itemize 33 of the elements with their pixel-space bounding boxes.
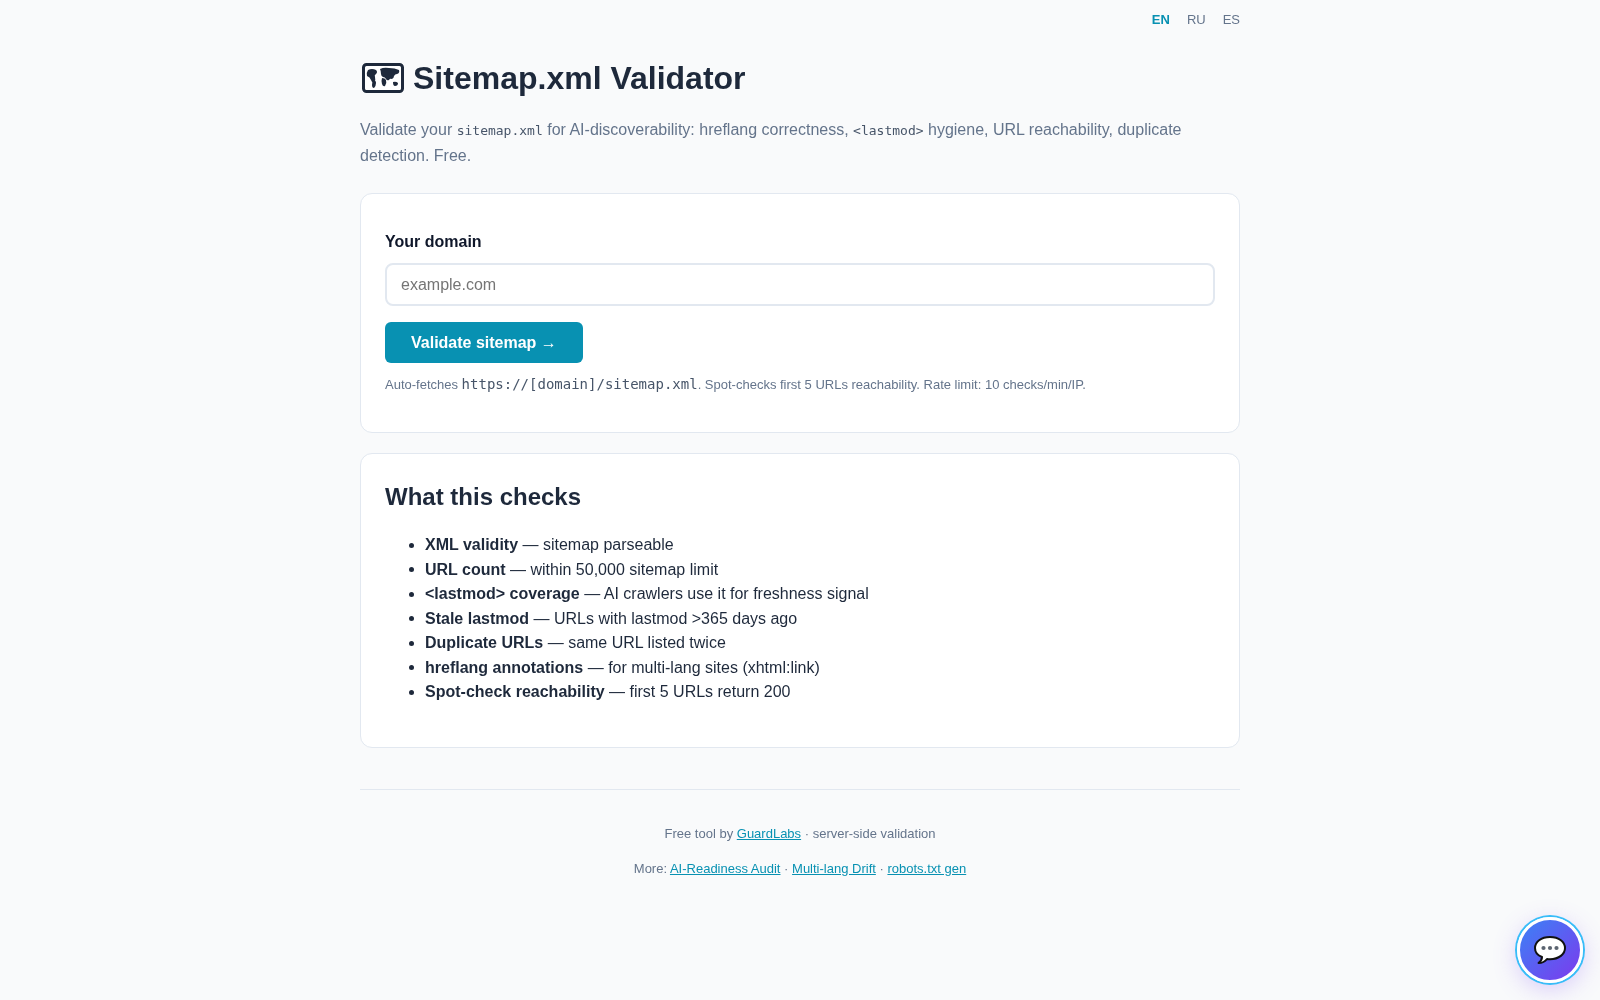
language-tab[interactable]: RU — [1186, 12, 1206, 28]
bullet-icon — [409, 640, 414, 646]
bullet-icon — [409, 616, 414, 622]
footer-text: More: AI-Readiness Audit · Multi-lang Drift · robots.txt gen — [632, 859, 968, 878]
bullet-icon — [409, 567, 414, 573]
check-item-text: XML validity — sitemap parseable — [425, 535, 674, 555]
section-heading: What this checks — [385, 482, 583, 511]
footer-link[interactable]: robots.txt gen — [887, 860, 967, 876]
footer-link[interactable]: AI-Readiness Audit — [669, 860, 781, 876]
chat-bubble-icon — [1533, 935, 1567, 965]
footer-text: Free tool by GuardLabs · server-side validation — [663, 824, 937, 843]
check-item-text: Stale lastmod — URLs with lastmod >365 days ago — [425, 608, 798, 629]
field-label: Your domain — [385, 232, 483, 251]
validate-button[interactable]: Validate sitemap → — [385, 322, 583, 363]
page-title: Sitemap.xml Validator — [413, 59, 746, 98]
description-text: Validate your sitemap.xml for AI-discoverability: hreflang correctness, <lastmod> hygiene, URL reachability, duplicate detection. Free. — [360, 120, 1183, 166]
check-item-text: URL count — within 50,000 sitemap limit — [425, 559, 719, 580]
check-item-text: Spot-check reachability — first 5 URLs return 200 — [425, 682, 791, 702]
bullet-icon — [409, 591, 414, 597]
check-item-text: hreflang annotations — for multi-lang sites (xhtml:link) — [425, 657, 820, 678]
language-tab[interactable]: ES — [1222, 12, 1240, 28]
bullet-icon — [409, 542, 414, 548]
chat-button[interactable] — [1517, 917, 1583, 983]
bullet-icon — [409, 689, 414, 695]
footer-link[interactable]: GuardLabs — [736, 825, 802, 841]
bullet-icon — [409, 665, 414, 671]
check-item-text: <lastmod> coverage — AI crawlers use it for freshness signal — [425, 584, 869, 604]
domain-input[interactable]: example.com — [385, 263, 1215, 306]
footer-link[interactable]: Multi-lang Drift — [792, 860, 876, 876]
check-item-text: Duplicate URLs — same URL listed twice — [425, 633, 726, 653]
world-map-icon — [362, 63, 404, 93]
language-tab[interactable]: EN — [1151, 12, 1170, 28]
hint-text: Auto-fetches https://[domain]/sitemap.xml. Spot-checks first 5 URLs reachability. Rate limit: 10 checks/min/IP. — [385, 375, 1087, 394]
